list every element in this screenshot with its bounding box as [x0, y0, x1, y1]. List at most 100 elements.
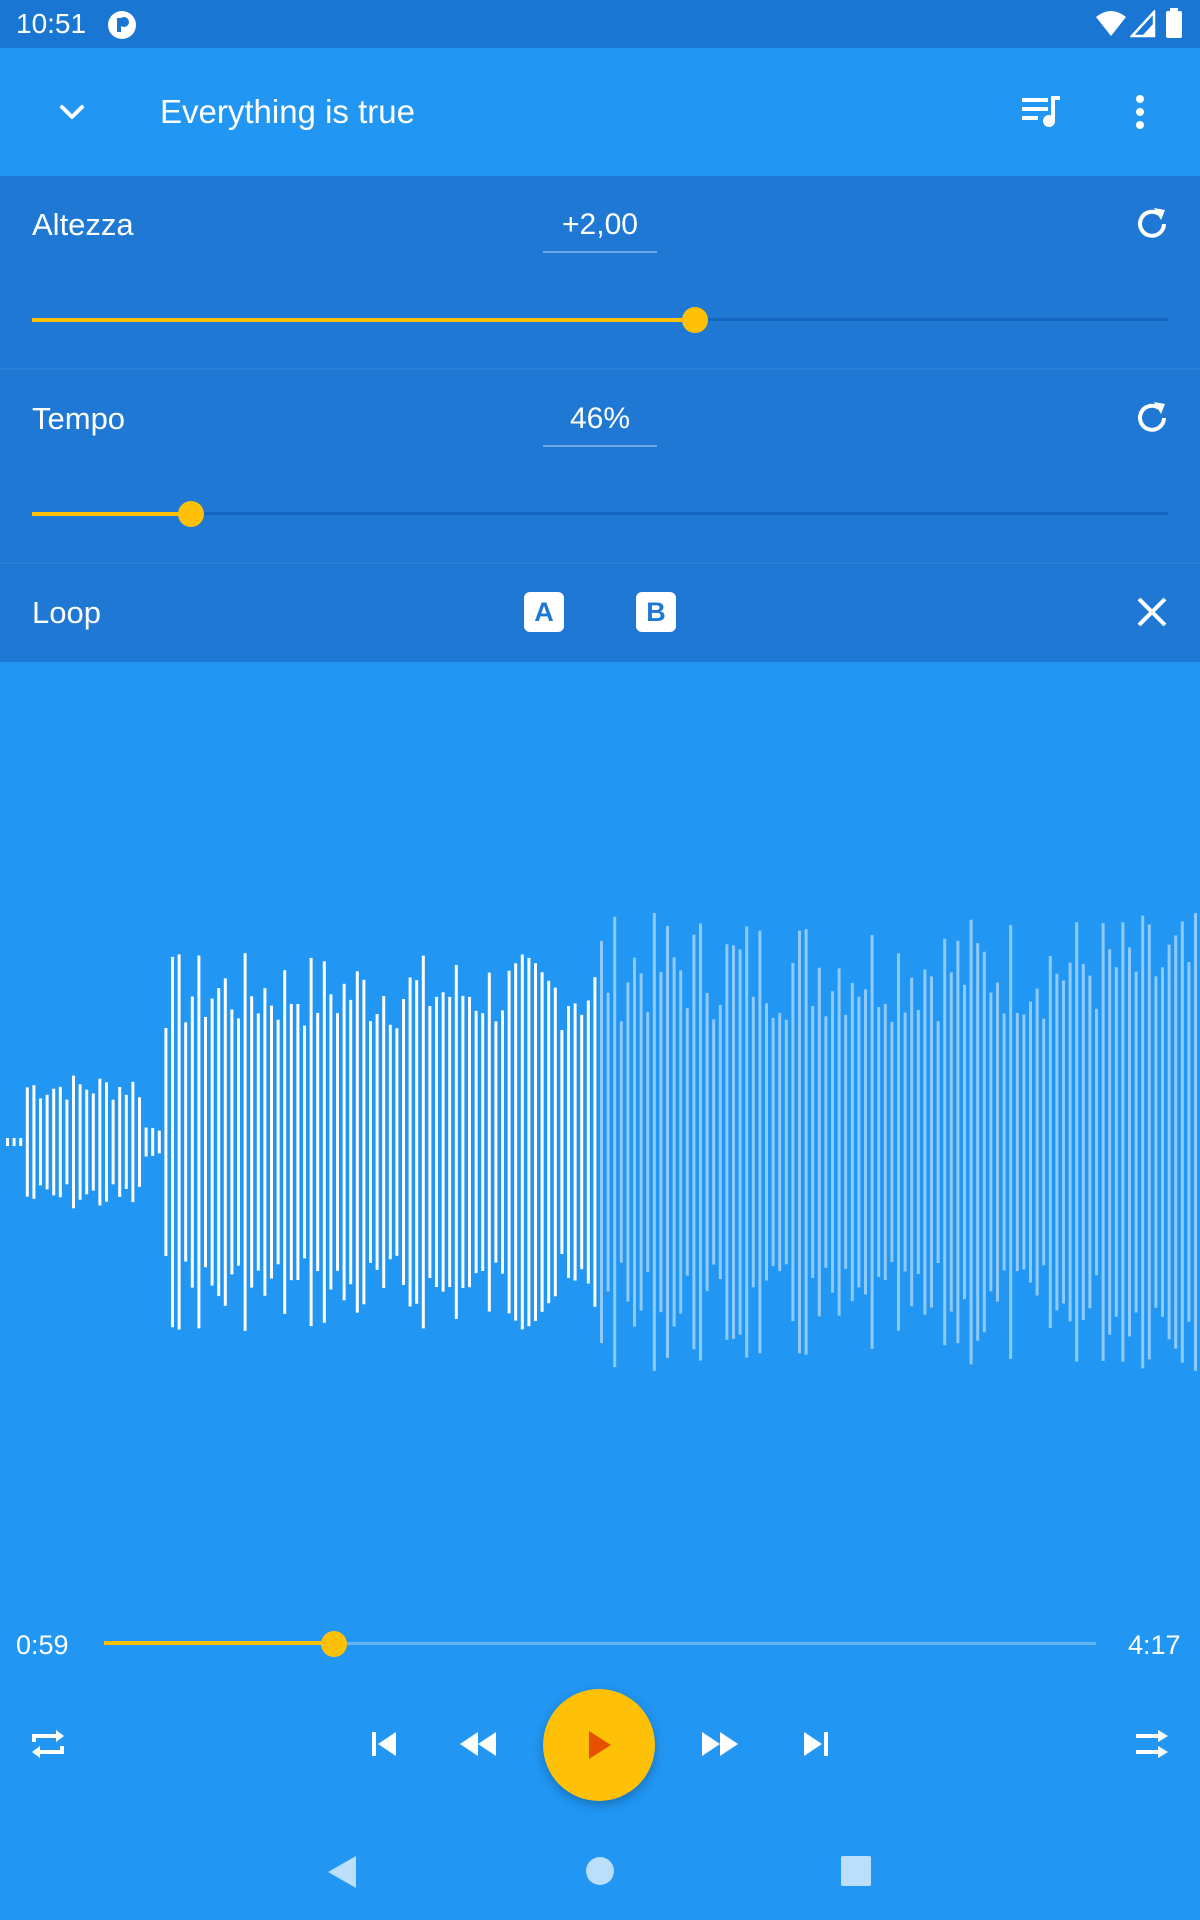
waveform-bar	[243, 953, 247, 1331]
waveform-bar	[1128, 947, 1131, 1337]
waveform-bar	[342, 983, 346, 1301]
waveform-bar	[883, 1003, 887, 1281]
waveform-bar	[666, 926, 669, 1358]
waveform-bar	[223, 978, 227, 1306]
waveform-bar	[157, 1130, 161, 1154]
waveform-bar	[586, 1000, 590, 1284]
loop-point-a-button[interactable]: A	[524, 592, 564, 632]
skip-next-icon[interactable]	[796, 1724, 836, 1764]
waveform-bar	[553, 987, 557, 1297]
waveform-bar	[32, 1085, 36, 1199]
waveform-bar	[916, 1010, 920, 1274]
home-nav-icon[interactable]	[585, 1856, 615, 1886]
waveform-bar	[910, 977, 914, 1307]
back-nav-icon[interactable]	[322, 1852, 362, 1892]
waveform-bar	[217, 988, 221, 1297]
waveform-bar	[1121, 922, 1125, 1362]
waveform[interactable]	[0, 880, 1200, 1400]
queue-music-icon[interactable]	[1020, 92, 1062, 132]
waveform-bar	[771, 1017, 775, 1267]
tempo-slider-thumb[interactable]	[178, 501, 205, 527]
waveform-bar	[6, 1138, 9, 1146]
waveform-bar	[382, 996, 386, 1289]
waveform-bar	[336, 1013, 339, 1271]
waveform-bar	[501, 1010, 504, 1274]
waveform-bar	[989, 992, 993, 1292]
waveform-bar	[151, 1128, 155, 1156]
chevron-down-icon[interactable]	[52, 92, 92, 132]
notification-app-icon	[108, 11, 136, 39]
waveform-bar	[1187, 962, 1191, 1322]
waveform-bar	[765, 1003, 768, 1281]
waveform-bar	[804, 929, 808, 1355]
waveform-bar	[395, 1028, 399, 1256]
waveform-bar	[791, 962, 795, 1322]
refresh-icon[interactable]	[1130, 202, 1174, 246]
waveform-bar	[494, 1021, 498, 1263]
waveform-bar	[256, 1013, 260, 1271]
pitch-value-field[interactable]: +2,00	[543, 205, 657, 253]
waveform-bar	[190, 996, 194, 1288]
status-bar	[0, 0, 1200, 48]
loop-panel	[0, 564, 1200, 662]
fast-forward-icon[interactable]	[698, 1722, 742, 1766]
waveform-bar	[897, 953, 900, 1331]
waveform-bar	[448, 996, 452, 1288]
waveform-bar	[976, 943, 980, 1341]
waveform-bar	[844, 1014, 848, 1269]
waveform-bar	[560, 1030, 564, 1254]
waveform-bar	[956, 940, 960, 1344]
waveform-bar	[428, 1006, 432, 1278]
tempo-value-field[interactable]: 46%	[543, 399, 657, 447]
waveform-bar	[949, 972, 953, 1312]
waveform-bar	[91, 1093, 95, 1191]
waveform-bar	[468, 996, 471, 1288]
waveform-bar	[996, 982, 999, 1302]
shuffle-icon[interactable]	[1130, 1722, 1174, 1766]
play-button[interactable]	[543, 1689, 655, 1801]
waveform-bar	[540, 972, 544, 1312]
waveform-bar	[197, 955, 201, 1329]
waveform-bar	[1108, 949, 1112, 1335]
loop-point-b-button[interactable]: B	[636, 592, 676, 632]
waveform-bar	[705, 992, 709, 1292]
waveform-bar	[58, 1086, 62, 1198]
close-icon[interactable]	[1132, 592, 1172, 632]
waveform-bar	[19, 1138, 23, 1146]
waveform-bar	[289, 1003, 293, 1281]
wifi-icon	[1095, 10, 1127, 38]
status-time: 10:51	[16, 8, 87, 39]
waveform-bar	[646, 1012, 650, 1272]
waveform-bar	[718, 1005, 722, 1279]
more-vert-icon[interactable]	[1120, 92, 1160, 132]
play-icon	[579, 1725, 619, 1765]
waveform-bar	[1062, 980, 1065, 1304]
waveform-bar	[1180, 921, 1184, 1363]
repeat-icon[interactable]	[26, 1722, 70, 1766]
waveform-bar	[672, 957, 676, 1327]
waveform-bar	[1088, 975, 1092, 1309]
waveform-bar	[1194, 913, 1197, 1371]
waveform-bar	[283, 970, 287, 1314]
waveform-bar	[1141, 915, 1145, 1369]
waveform-bar	[349, 999, 353, 1285]
waveform-bar	[712, 1019, 716, 1265]
skip-previous-icon[interactable]	[364, 1724, 404, 1764]
waveform-bar	[758, 930, 762, 1354]
waveform-bar	[210, 998, 214, 1286]
recents-nav-icon[interactable]	[840, 1855, 872, 1887]
waveform-bar	[355, 971, 359, 1313]
seek-bar-thumb[interactable]	[321, 1631, 348, 1657]
waveform-bar	[1035, 988, 1039, 1296]
waveform-bar	[388, 1024, 392, 1260]
fast-rewind-icon[interactable]	[456, 1722, 500, 1766]
waveform-bar	[1147, 924, 1151, 1360]
refresh-icon[interactable]	[1130, 396, 1174, 440]
waveform-bar	[685, 1008, 689, 1276]
waveform-bar	[25, 1087, 29, 1197]
waveform-bar	[138, 1097, 141, 1187]
waveform-bar	[877, 1007, 881, 1278]
waveform-bar	[1134, 971, 1138, 1313]
waveform-bar	[824, 1016, 828, 1268]
waveform-bar	[943, 938, 947, 1346]
